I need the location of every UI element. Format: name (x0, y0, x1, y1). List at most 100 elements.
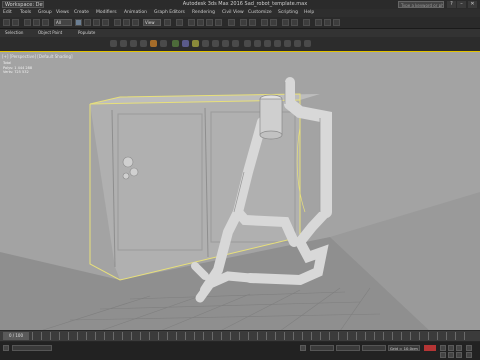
main-toolbar: All View (0, 17, 480, 29)
menu-civil-view[interactable]: Civil View (222, 9, 244, 17)
scene-render (0, 52, 480, 331)
menu-edit[interactable]: Edit (3, 9, 12, 17)
cameras-icon[interactable] (202, 40, 209, 47)
display-icon[interactable] (150, 40, 157, 47)
zoom-icon[interactable] (466, 345, 472, 351)
pivot-center-icon[interactable] (164, 19, 171, 26)
scale-icon[interactable] (132, 19, 139, 26)
link-icon[interactable] (24, 19, 31, 26)
auto-key-button[interactable] (424, 345, 436, 351)
schematic-view-icon[interactable] (291, 19, 298, 26)
pan-icon[interactable] (448, 352, 454, 358)
toggle-ribbon-icon[interactable] (270, 19, 277, 26)
selection-filter-dropdown[interactable]: All (54, 19, 72, 26)
go-to-start-icon[interactable] (440, 345, 446, 351)
menu-create[interactable]: Create (74, 9, 89, 17)
motion-icon[interactable] (140, 40, 147, 47)
hierarchy-icon[interactable] (130, 40, 137, 47)
space-warps-icon[interactable] (222, 40, 229, 47)
tab-object-paint[interactable]: Object Paint (38, 29, 62, 37)
tab-populate[interactable]: Populate (78, 29, 95, 37)
shapes-icon[interactable] (182, 40, 189, 47)
select-manipulate-icon[interactable] (176, 19, 183, 26)
curve-editor-icon[interactable] (282, 19, 289, 26)
align-icon[interactable] (249, 19, 256, 26)
redo-icon[interactable] (12, 19, 19, 26)
helpers-icon[interactable] (212, 40, 219, 47)
populate-icon[interactable] (264, 40, 271, 47)
ribbon-tabs: Selection Object Paint Populate (0, 29, 480, 37)
selection-region-icon[interactable] (93, 19, 100, 26)
brush-icon[interactable] (254, 40, 261, 47)
timeline-ticks (32, 332, 472, 340)
lock-selection-icon[interactable] (300, 345, 306, 351)
material-editor-icon[interactable] (303, 19, 310, 26)
create-icon[interactable] (110, 40, 117, 47)
title-bar: Workspace: Default Autodesk 3ds Max 2016… (0, 0, 480, 9)
menu-graph-editors[interactable]: Graph Editors (154, 9, 185, 17)
systems-icon[interactable] (232, 40, 239, 47)
bind-space-warp-icon[interactable] (42, 19, 49, 26)
mirror-icon[interactable] (240, 19, 247, 26)
select-object-icon[interactable] (75, 19, 82, 26)
maxscript-listener-icon[interactable] (3, 345, 9, 351)
minimize-icon[interactable]: – (457, 1, 466, 8)
lights-icon[interactable] (192, 40, 199, 47)
tab-selection[interactable]: Selection (5, 29, 23, 37)
spinner-snap-icon[interactable] (215, 19, 222, 26)
window-crossing-icon[interactable] (102, 19, 109, 26)
menu-bar: Edit Tools Group Views Create Modifiers … (0, 9, 480, 17)
menu-tools[interactable]: Tools (20, 9, 31, 17)
layer-explorer-icon[interactable] (261, 19, 268, 26)
idle-area-icon[interactable] (284, 40, 291, 47)
rotate-icon[interactable] (123, 19, 130, 26)
maximize-viewport-icon[interactable] (466, 352, 472, 358)
robot-head (259, 94, 283, 140)
maxscript-mini-listener[interactable] (12, 345, 52, 351)
menu-modifiers[interactable]: Modifiers (96, 9, 117, 17)
x-coordinate-field[interactable] (310, 345, 334, 351)
named-selection-icon[interactable] (228, 19, 235, 26)
menu-help[interactable]: Help (304, 9, 314, 17)
help-icon[interactable]: ? (447, 1, 456, 8)
percent-snap-icon[interactable] (206, 19, 213, 26)
status-area: 0 / 100 Grid = 10,0cm (0, 330, 480, 360)
viewport-label[interactable]: [+] [Perspective] [Default Shading] (2, 54, 73, 59)
paint-icon[interactable] (244, 40, 251, 47)
angle-snap-icon[interactable] (197, 19, 204, 26)
snaps-toggle-icon[interactable] (188, 19, 195, 26)
simulate-icon[interactable] (294, 40, 301, 47)
geometry-icon[interactable] (172, 40, 179, 47)
select-by-name-icon[interactable] (84, 19, 91, 26)
search-input[interactable]: Type a keyword or phrase (398, 1, 444, 8)
menu-customize[interactable]: Customize (248, 9, 272, 17)
time-slider-track[interactable]: 0 / 100 (0, 331, 480, 341)
flow-icon[interactable] (274, 40, 281, 47)
rendered-frame-window-icon[interactable] (324, 19, 331, 26)
menu-views[interactable]: Views (56, 9, 69, 17)
edit-selected-icon[interactable] (304, 40, 311, 47)
play-icon[interactable] (448, 345, 454, 351)
workspace-dropdown[interactable]: Workspace: Default (2, 1, 44, 8)
y-coordinate-field[interactable] (336, 345, 360, 351)
render-production-icon[interactable] (333, 19, 340, 26)
undo-icon[interactable] (3, 19, 10, 26)
viewport-statistics: Total Polys: 1 444 288 Verts: 725 532 (3, 61, 32, 75)
go-to-end-icon[interactable] (456, 345, 462, 351)
render-setup-icon[interactable] (315, 19, 322, 26)
unlink-icon[interactable] (33, 19, 40, 26)
utilities-icon[interactable] (160, 40, 167, 47)
menu-rendering[interactable]: Rendering (192, 9, 215, 17)
menu-animation[interactable]: Animation (124, 9, 147, 17)
perspective-viewport[interactable]: [+] [Perspective] [Default Shading] Tota… (0, 51, 480, 331)
move-icon[interactable] (114, 19, 121, 26)
menu-scripting[interactable]: Scripting (278, 9, 298, 17)
z-coordinate-field[interactable] (362, 345, 386, 351)
reference-coordinate-dropdown[interactable]: View (143, 19, 161, 26)
orbit-icon[interactable] (440, 352, 446, 358)
time-slider[interactable]: 0 / 100 (3, 332, 29, 340)
close-icon[interactable]: ✕ (468, 1, 477, 8)
field-of-view-icon[interactable] (456, 352, 462, 358)
menu-group[interactable]: Group (38, 9, 52, 17)
modify-icon[interactable] (120, 40, 127, 47)
